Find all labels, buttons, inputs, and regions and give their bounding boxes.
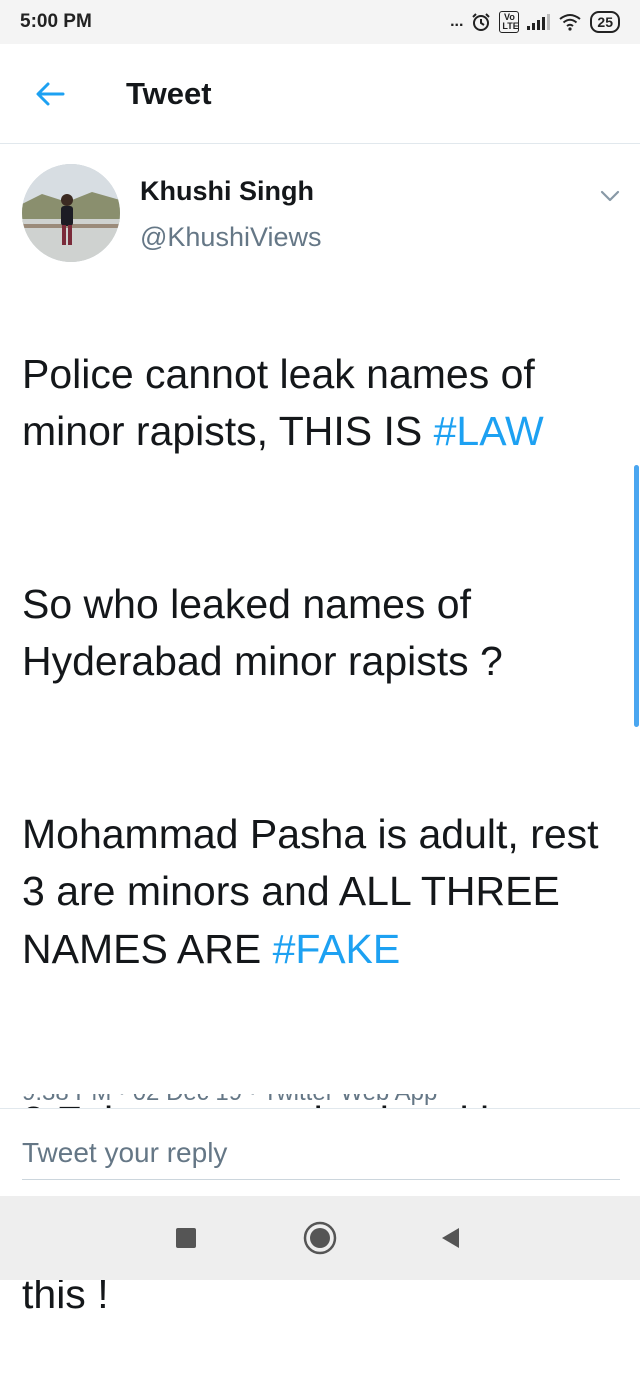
back-button[interactable] — [26, 70, 74, 118]
volte-icon: Vo LTE — [499, 11, 520, 33]
author-handle[interactable]: @KhushiViews — [140, 222, 322, 253]
recents-square-icon — [176, 1228, 196, 1248]
wifi-icon — [559, 14, 582, 31]
status-icons: ... Vo LTE 25 — [450, 11, 620, 33]
reply-input[interactable] — [22, 1127, 620, 1180]
notification-dots: ... — [450, 13, 464, 30]
page-title: Tweet — [126, 75, 212, 111]
signal-icon — [527, 14, 551, 30]
chevron-down-icon[interactable] — [596, 182, 624, 210]
hashtag-link[interactable]: #FAKE — [273, 926, 401, 972]
author-name[interactable]: Khushi Singh — [140, 176, 314, 207]
reply-bar — [0, 1108, 640, 1196]
arrow-left-icon — [36, 82, 65, 105]
avatar-photo — [22, 164, 120, 262]
app-header: Tweet — [0, 44, 640, 144]
status-bar: 5:00 PM ... Vo LTE 25 — [0, 0, 640, 44]
tweet-timestamp: 9:38 PM · 02 Dec 19 · Twitter Web App — [22, 1094, 622, 1108]
tweet-paragraph: So who leaked names of Hyderabad minor r… — [22, 580, 503, 685]
battery-icon: 25 — [590, 11, 620, 33]
home-circle-icon — [303, 1221, 337, 1255]
system-nav-bar — [0, 1196, 640, 1280]
avatar[interactable] — [22, 164, 120, 262]
scrollbar-thumb[interactable] — [634, 465, 639, 727]
tweet-paragraph: Police cannot leak names of minor rapist… — [22, 350, 544, 455]
tweet-paragraph: Mohammad Pasha is adult, rest 3 are mino… — [22, 810, 599, 972]
back-nav-button[interactable] — [428, 1216, 472, 1260]
hashtag-link[interactable]: #LAW — [434, 408, 544, 454]
back-triangle-icon — [442, 1228, 459, 1248]
alarm-icon — [472, 13, 491, 31]
tweet-author: Khushi Singh @KhushiViews — [0, 144, 640, 274]
home-button[interactable] — [298, 1216, 342, 1260]
status-time: 5:00 PM — [20, 11, 92, 32]
recents-button[interactable] — [164, 1216, 208, 1260]
